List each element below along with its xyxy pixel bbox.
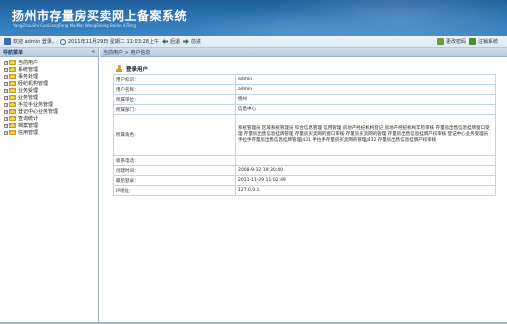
- app-subtitle: YangZhouShi CunLiangFang MaiMai WangShan…: [13, 23, 136, 28]
- expand-icon[interactable]: +: [4, 67, 8, 72]
- expand-icon[interactable]: +: [4, 109, 8, 114]
- field-value: 信息中心: [235, 104, 496, 115]
- sidebar-item-hand-in-hand[interactable]: + 手拉手业务管理: [4, 101, 98, 108]
- sidebar-item-label: 系统管理: [18, 67, 39, 73]
- table-row: IP地址： 127.0.0.1: [113, 185, 496, 196]
- expand-icon[interactable]: +: [4, 116, 8, 121]
- folder-icon: [9, 101, 16, 107]
- field-label: 用户标识：: [113, 74, 236, 85]
- expand-icon[interactable]: +: [4, 81, 8, 86]
- folder-icon: [9, 115, 16, 121]
- logout-icon[interactable]: [468, 38, 476, 45]
- user-info-table: 用户标识： admin 用户名称： admin 所属单位： 扬州 所属部门： 信息中心 …: [113, 74, 496, 196]
- folder-icon: [9, 80, 16, 86]
- folder-icon: [9, 129, 16, 135]
- expand-icon[interactable]: +: [4, 60, 8, 65]
- table-row: 创建时间： 2008-9-12 19:30:40: [113, 165, 496, 176]
- field-label: 创建时间：: [113, 165, 236, 176]
- expand-icon[interactable]: +: [4, 102, 8, 107]
- sidebar-item-business-acceptance[interactable]: + 业务受理: [4, 87, 98, 94]
- field-value: 系统管理员 区域系统管理员 综合信息管理 信用管理 房地产经纪机构登记 房地产经…: [235, 114, 496, 156]
- expand-icon[interactable]: +: [4, 88, 8, 93]
- sidebar-item-label: 手拉手业务管理: [18, 102, 54, 108]
- field-value: 2011-11-29 11:02:49: [235, 175, 496, 186]
- field-label: 所属部门：: [113, 104, 236, 115]
- field-value: 127.0.0.1: [235, 185, 496, 196]
- welcome-text: 欢迎 admin 登录。: [13, 39, 57, 45]
- forward-arrow-icon[interactable]: [182, 39, 189, 44]
- top-toolbar: 欢迎 admin 登录。 2011年11月29日 星期二 11:03:28上午 …: [0, 36, 507, 48]
- sidebar-item-query-statistics[interactable]: + 查询统计: [4, 115, 98, 122]
- sidebar-item-label: 事务处理: [18, 74, 39, 80]
- expand-icon[interactable]: +: [4, 123, 8, 128]
- table-row: 用户标识： admin: [113, 74, 496, 85]
- folder-icon: [9, 66, 16, 72]
- user-icon: [4, 38, 11, 45]
- sidebar-item-agency-management[interactable]: + 经纪机构管理: [4, 80, 98, 87]
- expand-icon[interactable]: +: [4, 95, 8, 100]
- sidebar-item-label: 登记中心业务管理: [18, 109, 59, 115]
- table-row: 所属单位： 扬州: [113, 94, 496, 105]
- field-value: 扬州: [235, 94, 496, 105]
- folder-icon: [9, 59, 16, 65]
- table-row: 联系电话：: [113, 155, 496, 166]
- field-label: IP地址：: [113, 185, 236, 196]
- sidebar-item-label: 当前用户: [18, 60, 39, 66]
- table-row: 所属角色： 系统管理员 区域系统管理员 综合信息管理 信用管理 房地产经纪机构登记…: [113, 114, 496, 156]
- sidebar-item-system-management[interactable]: + 系统管理: [4, 66, 98, 73]
- collapse-icon[interactable]: «: [92, 49, 95, 55]
- table-row: 用户名称： admin: [113, 84, 496, 95]
- field-label: 所属角色：: [113, 114, 236, 156]
- sidebar-title: 导航菜单: [3, 49, 24, 56]
- sidebar-item-affairs[interactable]: + 事务处理: [4, 73, 98, 80]
- field-label: 用户名称：: [113, 84, 236, 95]
- sidebar-header: 导航菜单 «: [0, 48, 98, 57]
- sidebar-item-label: 业务管理: [18, 95, 39, 101]
- field-label: 所属单位：: [113, 94, 236, 105]
- field-value: admin: [235, 84, 496, 95]
- user-info-panel: 登录用户 用户标识： admin 用户名称： admin 所属单位： 扬州 所属部门：…: [113, 64, 496, 196]
- field-label: 联系电话：: [113, 155, 236, 166]
- back-link[interactable]: 后退: [170, 38, 180, 45]
- field-value: 2008-9-12 19:30:40: [235, 165, 496, 176]
- field-value: admin: [235, 74, 496, 85]
- folder-icon: [9, 73, 16, 79]
- expand-icon[interactable]: +: [4, 130, 8, 135]
- folder-icon: [9, 122, 16, 128]
- sidebar-item-current-user[interactable]: + 当前用户: [4, 59, 98, 66]
- sidebar-item-credit-management[interactable]: + 信用管理: [4, 129, 98, 136]
- folder-icon: [9, 87, 16, 93]
- breadcrumb: 当前用户 > 用户信息: [100, 48, 507, 57]
- app-title: 扬州市存量房买卖网上备案系统: [12, 9, 188, 23]
- panel-header: 登录用户: [113, 64, 496, 73]
- sidebar: 导航菜单 « + 当前用户 + 系统管理 + 事务处理 + 经纪机构管理 + 业务受理 +…: [0, 48, 99, 322]
- sidebar-item-label: 业务受理: [18, 88, 39, 94]
- user-icon: [115, 64, 123, 73]
- sidebar-item-registration-center[interactable]: + 登记中心业务管理: [4, 108, 98, 115]
- sidebar-item-label: 信用管理: [18, 130, 39, 136]
- field-value: [235, 155, 496, 166]
- field-label: 最后登录：: [113, 175, 236, 186]
- sidebar-item-archive-management[interactable]: + 档案管理: [4, 122, 98, 129]
- sidebar-item-business-management[interactable]: + 业务管理: [4, 94, 98, 101]
- forward-link[interactable]: 前进: [191, 38, 201, 45]
- sidebar-item-label: 档案管理: [18, 123, 39, 129]
- folder-icon: [9, 94, 16, 100]
- folder-icon: [9, 108, 16, 114]
- sidebar-item-label: 经纪机构管理: [18, 81, 49, 87]
- key-icon[interactable]: [436, 38, 444, 45]
- datetime-text: 2011年11月29日 星期二 11:03:28上午: [67, 39, 159, 45]
- sidebar-item-label: 查询统计: [18, 116, 39, 122]
- clock-icon: [59, 38, 66, 45]
- nav-tree: + 当前用户 + 系统管理 + 事务处理 + 经纪机构管理 + 业务受理 + 业务管理 + 手…: [0, 57, 98, 136]
- app-banner: 扬州市存量房买卖网上备案系统 YangZhouShi CunLiangFang …: [0, 0, 507, 36]
- table-row: 最后登录： 2011-11-29 11:02:49: [113, 175, 496, 186]
- table-row: 所属部门： 信息中心: [113, 104, 496, 115]
- change-password-link[interactable]: 更改密码: [446, 38, 466, 45]
- back-arrow-icon[interactable]: [161, 39, 168, 44]
- main-content: 当前用户 > 用户信息 登录用户 用户标识： admin 用户名称： admin 所…: [100, 48, 507, 322]
- expand-icon[interactable]: +: [4, 74, 8, 79]
- logout-link[interactable]: 注销系统: [478, 38, 498, 45]
- panel-title: 登录用户: [126, 66, 149, 73]
